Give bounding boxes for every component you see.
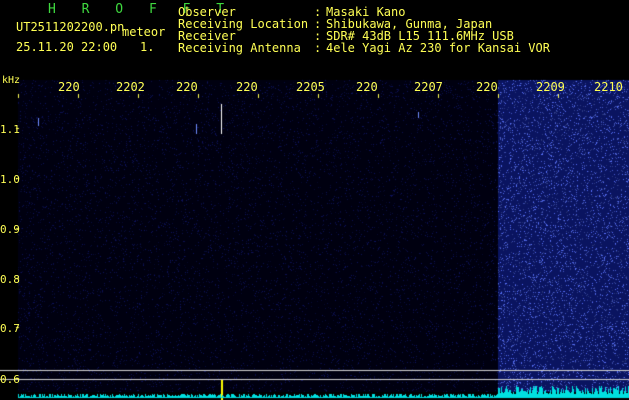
freq-tick-label: 0.9	[0, 223, 20, 236]
time-tick-label: 220	[176, 80, 198, 94]
time-tick-label: 2210	[594, 80, 623, 94]
time-tick-label: 2202	[116, 80, 145, 94]
info-value-antenna: 4ele Yagi Az 230 for Kansai VOR	[326, 41, 550, 55]
time-tick-label: 220	[58, 80, 80, 94]
freq-tick-label: 0.6	[0, 373, 20, 386]
time-tick-label: 220	[476, 80, 498, 94]
freq-tick-label: 0.8	[0, 273, 20, 286]
freq-tick-label: 1.0	[0, 173, 20, 186]
file-name: UT2511202200.pn	[16, 20, 125, 34]
time-tick-label: 220	[236, 80, 258, 94]
observation-datetime: 25.11.20 22:00	[16, 40, 118, 54]
meteor-count: 1.	[140, 40, 155, 54]
time-tick-label: 2209	[536, 80, 565, 94]
time-tick-label: 2205	[296, 80, 325, 94]
freq-tick-label: 1.1	[0, 123, 20, 136]
file-name-suffix: meteor	[122, 25, 166, 39]
freq-tick-label: 0.7	[0, 322, 20, 335]
frequency-unit-label: kHz	[2, 75, 21, 86]
spectrogram-canvas	[0, 0, 629, 400]
time-tick-label: 220	[356, 80, 378, 94]
info-separator: :	[314, 41, 322, 55]
info-label-antenna: Receiving Antenna	[178, 41, 301, 55]
time-tick-label: 2207	[414, 80, 443, 94]
